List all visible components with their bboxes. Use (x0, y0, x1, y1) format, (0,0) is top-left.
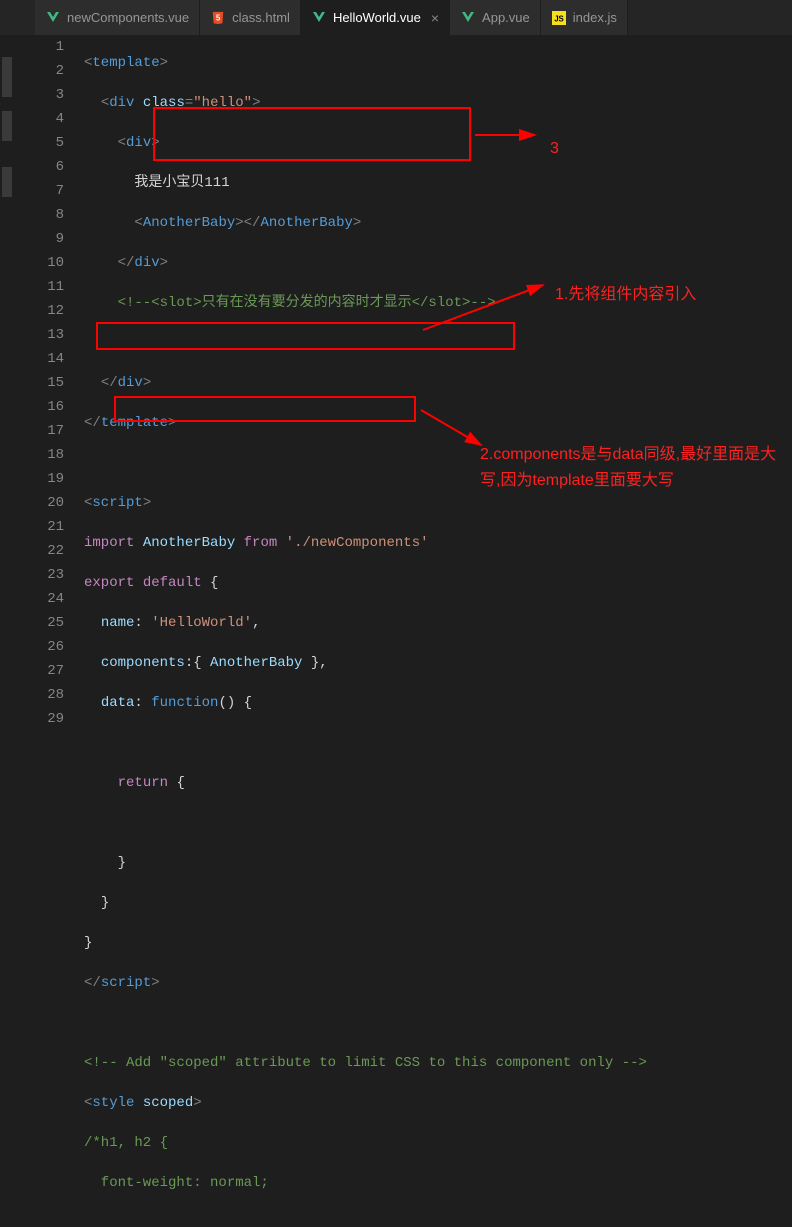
tab-label: HelloWorld.vue (333, 10, 421, 25)
code-line (84, 811, 792, 835)
code-line: </div> (84, 251, 792, 275)
svg-text:5: 5 (216, 13, 221, 22)
tab-helloworld[interactable]: HelloWorld.vue × (301, 0, 450, 35)
line-number: 13 (14, 323, 64, 347)
tab-newcomponents[interactable]: newComponents.vue (35, 0, 200, 35)
close-icon[interactable]: × (431, 10, 439, 26)
tab-label: index.js (573, 10, 617, 25)
code-line: import AnotherBaby from './newComponents… (84, 531, 792, 555)
html-icon: 5 (210, 10, 226, 26)
code-line: <style scoped> (84, 1091, 792, 1115)
code-line: <script> (84, 491, 792, 515)
line-number: 10 (14, 251, 64, 275)
line-number: 20 (14, 491, 64, 515)
tab-label: newComponents.vue (67, 10, 189, 25)
svg-text:JS: JS (554, 14, 564, 23)
code-line: export default { (84, 571, 792, 595)
code-line: <!-- Add "scoped" attribute to limit CSS… (84, 1051, 792, 1075)
line-number: 25 (14, 611, 64, 635)
code-area[interactable]: <template> <div class="hello"> <div> 我是小… (84, 35, 792, 1227)
line-number: 19 (14, 467, 64, 491)
code-line: return { (84, 771, 792, 795)
vue-icon (311, 10, 327, 26)
code-line (84, 451, 792, 475)
editor[interactable]: 1 2 3 4 5 6 7 8 9 10 11 12 13 14 15 16 1… (0, 35, 792, 1227)
line-number: 9 (14, 227, 64, 251)
line-number: 4 (14, 107, 64, 131)
tab-bar: newComponents.vue 5 class.html HelloWorl… (0, 0, 792, 35)
tab-label: App.vue (482, 10, 530, 25)
line-number: 2 (14, 59, 64, 83)
tab-classhtml[interactable]: 5 class.html (200, 0, 301, 35)
line-number: 7 (14, 179, 64, 203)
js-icon: JS (551, 10, 567, 26)
code-line (84, 1011, 792, 1035)
code-line: data: function() { (84, 691, 792, 715)
line-number: 26 (14, 635, 64, 659)
tab-appvue[interactable]: App.vue (450, 0, 541, 35)
code-line: font-weight: normal; (84, 1171, 792, 1195)
code-line: </div> (84, 371, 792, 395)
minimap (0, 35, 14, 1227)
line-number: 24 (14, 587, 64, 611)
vue-icon (460, 10, 476, 26)
code-line: <template> (84, 51, 792, 75)
line-number: 17 (14, 419, 64, 443)
code-line: } (84, 891, 792, 915)
code-line: name: 'HelloWorld', (84, 611, 792, 635)
tab-label: class.html (232, 10, 290, 25)
vue-icon (45, 10, 61, 26)
code-line: </script> (84, 971, 792, 995)
code-line: } (84, 931, 792, 955)
line-number: 15 (14, 371, 64, 395)
line-number: 22 (14, 539, 64, 563)
line-number: 1 (14, 35, 64, 59)
line-number: 14 (14, 347, 64, 371)
code-line: 我是小宝贝111 (84, 171, 792, 195)
code-line: </template> (84, 411, 792, 435)
line-number: 6 (14, 155, 64, 179)
code-line: <div> (84, 131, 792, 155)
code-line (84, 731, 792, 755)
code-line (84, 331, 792, 355)
code-line: /*h1, h2 { (84, 1131, 792, 1155)
code-line: <AnotherBaby></AnotherBaby> (84, 211, 792, 235)
line-number: 29 (14, 707, 64, 731)
line-number: 12 (14, 299, 64, 323)
line-number: 23 (14, 563, 64, 587)
line-number: 3 (14, 83, 64, 107)
line-gutter: 1 2 3 4 5 6 7 8 9 10 11 12 13 14 15 16 1… (14, 35, 84, 1227)
line-number: 8 (14, 203, 64, 227)
tab-indexjs[interactable]: JS index.js (541, 0, 628, 35)
line-number: 5 (14, 131, 64, 155)
line-number: 28 (14, 683, 64, 707)
line-number: 11 (14, 275, 64, 299)
line-number: 21 (14, 515, 64, 539)
line-number: 16 (14, 395, 64, 419)
code-line: } (84, 851, 792, 875)
code-line: <div class="hello"> (84, 91, 792, 115)
line-number: 27 (14, 659, 64, 683)
code-line: components:{ AnotherBaby }, (84, 651, 792, 675)
line-number: 18 (14, 443, 64, 467)
code-line: <!--<slot>只有在没有要分发的内容时才显示</slot>--> (84, 291, 792, 315)
